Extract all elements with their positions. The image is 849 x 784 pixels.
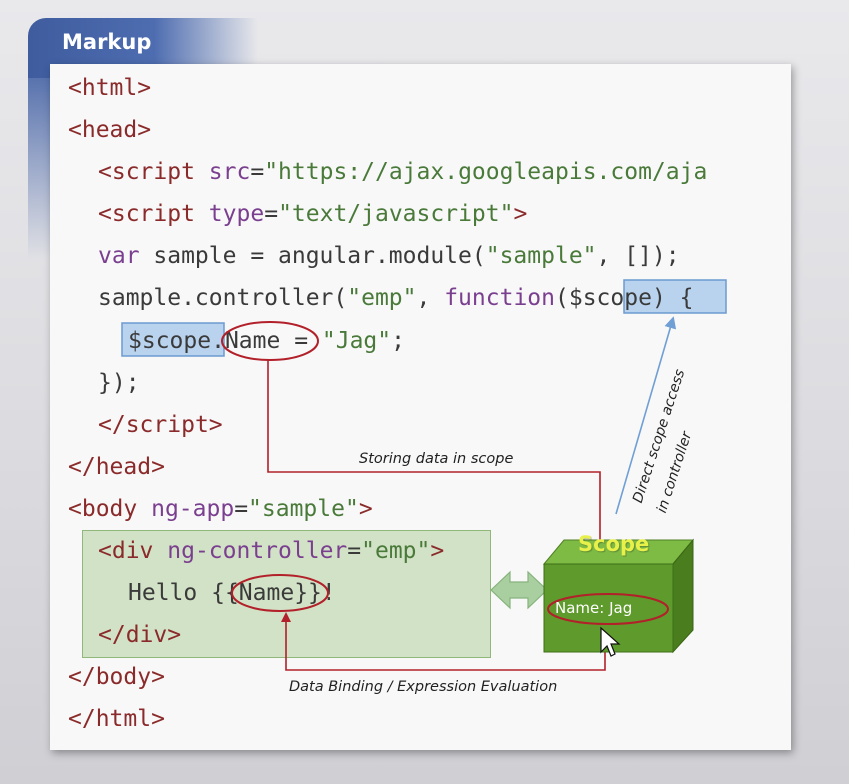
- page-title: Markup: [62, 30, 152, 54]
- two-way-arrow: [490, 570, 548, 610]
- storing-arrow: [267, 360, 605, 589]
- name-expression-ellipse: [231, 574, 329, 612]
- binding-label: Data Binding / Expression Evaluation: [289, 679, 558, 695]
- scope-value: Name: Jag: [555, 599, 633, 617]
- scope-title: Scope: [578, 532, 650, 556]
- storing-label: Storing data in scope: [359, 451, 514, 467]
- name-property-ellipse: [221, 321, 319, 361]
- scope-cube: [542, 538, 695, 654]
- annotation-layer: [221, 316, 695, 671]
- code-panel: <html> <head> <script src="https://ajax.…: [50, 64, 791, 750]
